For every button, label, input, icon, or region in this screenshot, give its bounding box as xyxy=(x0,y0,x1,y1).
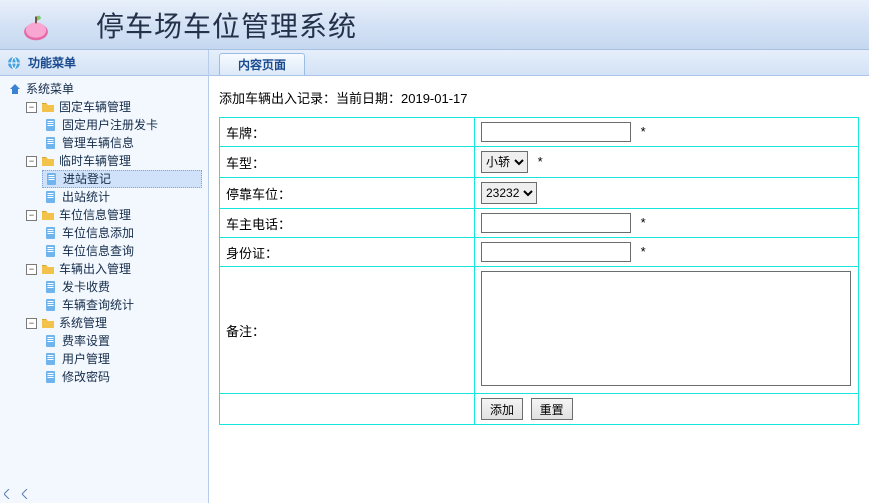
required-mark: * xyxy=(641,215,646,230)
tree-group-label: 系统管理 xyxy=(59,314,107,332)
page-icon xyxy=(44,226,58,240)
label-plate: 车牌： xyxy=(220,118,475,147)
tree-item[interactable]: 固定用户注册发卡 xyxy=(42,116,208,134)
page-icon xyxy=(44,244,58,258)
page-icon xyxy=(44,118,58,132)
content-area: 添加车辆出入记录：当前日期：2019-01-17 车牌： * 车型： 小轿 xyxy=(209,76,869,503)
nav-tree: 系统菜单 − 固定车辆管理固定用户注册发卡管理车辆信息 − 临时车辆管理进站登记出站统… xyxy=(0,76,208,503)
tree-item[interactable]: 车位信息添加 xyxy=(42,224,208,242)
tree-item[interactable]: 修改密码 xyxy=(42,368,208,386)
page-icon xyxy=(44,352,58,366)
plate-input[interactable] xyxy=(481,122,631,142)
label-remark: 备注： xyxy=(220,267,475,394)
tree-item-label: 车位信息查询 xyxy=(62,242,134,260)
tree-group[interactable]: − 系统管理 xyxy=(24,314,208,332)
tree-item-label: 进站登记 xyxy=(63,170,111,188)
tree-item[interactable]: 管理车辆信息 xyxy=(42,134,208,152)
tree-item-label: 修改密码 xyxy=(62,368,110,386)
tree-item[interactable]: 发卡收费 xyxy=(42,278,208,296)
tree-group-label: 固定车辆管理 xyxy=(59,98,131,116)
label-slot: 停靠车位： xyxy=(220,178,475,209)
tree-item[interactable]: 车位信息查询 xyxy=(42,242,208,260)
main-panel: 内容页面 添加车辆出入记录：当前日期：2019-01-17 车牌： * 车型： xyxy=(209,50,869,503)
minus-icon[interactable]: − xyxy=(26,102,37,113)
globe-icon xyxy=(6,55,22,71)
folder-icon xyxy=(41,208,55,222)
tree-group-label: 车辆出入管理 xyxy=(59,260,131,278)
remark-textarea[interactable] xyxy=(481,271,851,386)
folder-icon xyxy=(41,100,55,114)
submit-button[interactable]: 添加 xyxy=(481,398,523,420)
tree-item[interactable]: 车辆查询统计 xyxy=(42,296,208,314)
app-logo-icon xyxy=(16,5,56,45)
entry-form: 车牌： * 车型： 小轿 * 停靠车位： xyxy=(219,117,859,425)
page-icon xyxy=(44,334,58,348)
required-mark: * xyxy=(538,154,543,169)
home-icon xyxy=(8,82,22,96)
required-mark: * xyxy=(641,124,646,139)
tree-item-label: 管理车辆信息 xyxy=(62,134,134,152)
sidebar-header: 功能菜单 xyxy=(0,50,208,76)
folder-icon xyxy=(41,154,55,168)
label-idcard: 身份证： xyxy=(220,238,475,267)
form-title: 添加车辆出入记录：当前日期：2019-01-17 xyxy=(219,88,859,107)
tree-item[interactable]: 用户管理 xyxy=(42,350,208,368)
label-type: 车型： xyxy=(220,147,475,178)
phone-input[interactable] xyxy=(481,213,631,233)
label-phone: 车主电话： xyxy=(220,209,475,238)
tab-bar: 内容页面 xyxy=(209,50,869,76)
type-select[interactable]: 小轿 xyxy=(481,151,528,173)
minus-icon[interactable]: − xyxy=(26,210,37,221)
page-icon xyxy=(44,190,58,204)
tree-item-label: 用户管理 xyxy=(62,350,110,368)
page-icon xyxy=(44,280,58,294)
tree-item[interactable]: 费率设置 xyxy=(42,332,208,350)
required-mark: * xyxy=(641,244,646,259)
tree-root-label: 系统菜单 xyxy=(26,80,74,98)
tree-group[interactable]: − 临时车辆管理 xyxy=(24,152,208,170)
tab-label: 内容页面 xyxy=(238,56,286,73)
minus-icon[interactable]: − xyxy=(26,264,37,275)
expand-arrows-icon[interactable] xyxy=(4,489,28,499)
minus-icon[interactable]: − xyxy=(26,156,37,167)
tree-item-label: 费率设置 xyxy=(62,332,110,350)
tree-group-label: 临时车辆管理 xyxy=(59,152,131,170)
tab-content-page[interactable]: 内容页面 xyxy=(219,53,305,75)
tree-group[interactable]: − 车位信息管理 xyxy=(24,206,208,224)
sidebar: 功能菜单 系统菜单 − 固定车辆管理固定用户注册发卡管理车辆信息 − 临时车辆管理进站… xyxy=(0,50,209,503)
page-icon xyxy=(44,298,58,312)
tree-group[interactable]: − 固定车辆管理 xyxy=(24,98,208,116)
tree-item[interactable]: 出站统计 xyxy=(42,188,208,206)
idcard-input[interactable] xyxy=(481,242,631,262)
app-header: 停车场车位管理系统 xyxy=(0,0,869,50)
folder-icon xyxy=(41,316,55,330)
tree-item-label: 车辆查询统计 xyxy=(62,296,134,314)
tree-item-label: 出站统计 xyxy=(62,188,110,206)
tree-item-label: 固定用户注册发卡 xyxy=(62,116,158,134)
page-icon xyxy=(45,172,59,186)
tree-group-label: 车位信息管理 xyxy=(59,206,131,224)
page-icon xyxy=(44,136,58,150)
folder-icon xyxy=(41,262,55,276)
page-icon xyxy=(44,370,58,384)
tree-item-label: 发卡收费 xyxy=(62,278,110,296)
tree-item-label: 车位信息添加 xyxy=(62,224,134,242)
slot-select[interactable]: 23232 xyxy=(481,182,537,204)
sidebar-title: 功能菜单 xyxy=(28,54,76,71)
minus-icon[interactable]: − xyxy=(26,318,37,329)
app-title: 停车场车位管理系统 xyxy=(96,5,357,45)
tree-item[interactable]: 进站登记 xyxy=(42,170,202,188)
tree-root[interactable]: 系统菜单 xyxy=(6,80,208,98)
reset-button[interactable]: 重置 xyxy=(531,398,573,420)
tree-group[interactable]: − 车辆出入管理 xyxy=(24,260,208,278)
